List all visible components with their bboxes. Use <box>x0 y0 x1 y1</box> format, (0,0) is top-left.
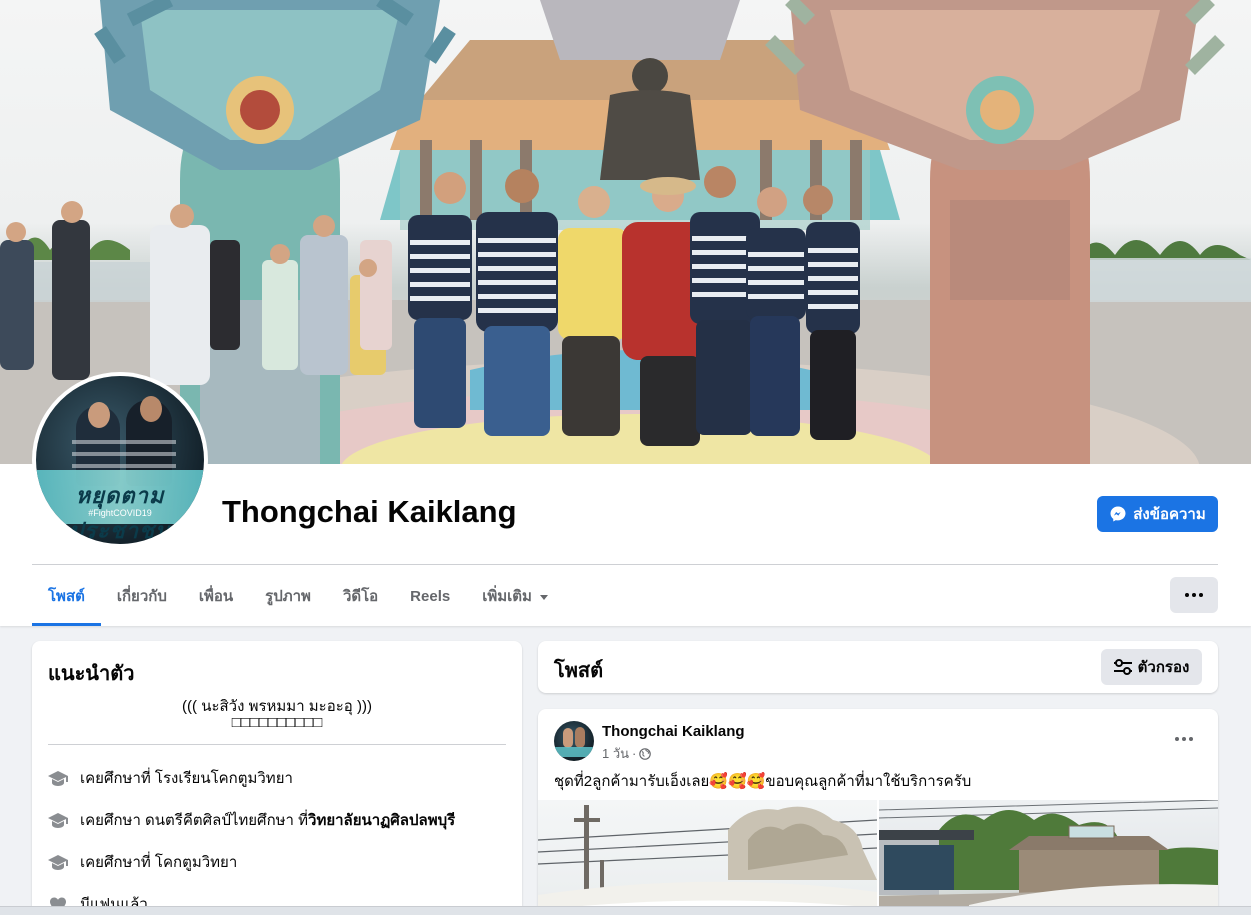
post-photo[interactable] <box>879 800 1218 915</box>
intro-item-education: เคยศึกษาที่ โคกตูมวิทยา <box>48 850 237 874</box>
profile-tabs: โพสต์ เกี่ยวกับ เพื่อน รูปภาพ วิดีโอ Ree… <box>32 566 564 626</box>
header-divider <box>32 564 1218 565</box>
cover-photo-scene <box>0 0 1251 464</box>
tab-posts[interactable]: โพสต์ <box>32 566 101 626</box>
tab-label: โพสต์ <box>48 588 85 605</box>
profile-name: Thongchai Kaiklang <box>222 494 517 529</box>
messenger-icon <box>1110 506 1126 522</box>
profile-picture[interactable]: หยุดตามประชาชน #FightCOVID19 <box>32 372 208 548</box>
profile-header: หยุดตามประชาชน #FightCOVID19 Thongchai K… <box>0 0 1251 626</box>
intro-item-text: เคยศึกษาที่ โคกตูมวิทยา <box>80 854 238 871</box>
tab-about[interactable]: เกี่ยวกับ <box>101 566 183 626</box>
post-options-button[interactable] <box>1166 725 1202 753</box>
filter-button[interactable]: ตัวกรอง <box>1101 649 1202 685</box>
post-author-avatar[interactable] <box>554 721 594 761</box>
post-photo[interactable] <box>538 800 877 915</box>
intro-item-education: เคยศึกษา ดนตรีคีตศิลป์ไทยศึกษา ที่ วิทยา… <box>48 808 455 832</box>
tab-label: เกี่ยวกับ <box>116 588 167 605</box>
more-dots-icon <box>1185 593 1189 597</box>
send-message-button[interactable]: ส่งข้อความ <box>1097 496 1218 532</box>
tab-friends[interactable]: เพื่อน <box>183 566 249 626</box>
intro-item-education: เคยศึกษาที่ โรงเรียนโคกตูมวิทยา <box>48 766 293 790</box>
bottom-strip <box>0 906 1251 915</box>
intro-item-text: เคยศึกษาที่ โรงเรียนโคกตูมวิทยา <box>80 770 293 787</box>
filter-label: ตัวกรอง <box>1137 659 1190 676</box>
intro-card: แนะนำตัว ((( นะสิวัง พรหมมา มะอะอุ ))) □… <box>32 641 522 915</box>
profile-more-button[interactable] <box>1170 577 1218 613</box>
posts-title: โพสต์ <box>554 660 604 682</box>
meta-separator: · <box>632 746 637 761</box>
tab-label: วิดีโอ <box>342 588 379 605</box>
tab-photos[interactable]: รูปภาพ <box>249 566 327 626</box>
graduation-cap-icon <box>48 810 68 830</box>
post-card: Thongchai Kaiklang 1 วัน · ชุดที่2ลูกค้า… <box>538 709 1218 915</box>
bio-line-2: □□□□□□□□□□ <box>231 714 323 731</box>
intro-item-text: เคยศึกษา ดนตรีคีตศิลป์ไทยศึกษา ที่ <box>80 812 309 829</box>
cover-photo[interactable] <box>0 0 1251 464</box>
sliders-icon <box>1113 659 1132 675</box>
graduation-cap-icon <box>48 768 68 788</box>
post-author-name[interactable]: Thongchai Kaiklang <box>602 723 745 740</box>
post-photo-scene <box>879 800 1218 915</box>
send-message-label: ส่งข้อความ <box>1133 506 1206 523</box>
tab-videos[interactable]: วิดีโอ <box>327 566 394 626</box>
post-meta: 1 วัน · <box>602 743 652 764</box>
globe-icon <box>639 747 652 760</box>
post-photo-scene <box>538 805 877 915</box>
tab-label: รูปภาพ <box>265 588 311 605</box>
caret-down-icon <box>539 594 548 600</box>
tab-reels[interactable]: Reels <box>394 566 466 626</box>
intro-divider <box>48 744 506 745</box>
post-text: ชุดที่2ลูกค้ามารับเอ็งเลย🥰🥰🥰ขอบคุณลูกค้า… <box>554 773 972 790</box>
post-timestamp[interactable]: 1 วัน <box>602 743 629 764</box>
tab-label: Reels <box>410 587 451 605</box>
tab-more[interactable]: เพิ่มเติม <box>466 566 564 626</box>
tab-label: เพื่อน <box>198 588 234 605</box>
avatar: หยุดตามประชาชน #FightCOVID19 <box>36 376 204 544</box>
posts-header-card: โพสต์ ตัวกรอง <box>538 641 1218 693</box>
avatar-subtext: #FightCOVID19 <box>88 508 152 518</box>
intro-item-school-link[interactable]: วิทยาลัยนาฏศิลปลพบุรี <box>308 808 455 832</box>
graduation-cap-icon <box>48 852 68 872</box>
more-dots-icon <box>1175 737 1179 741</box>
tab-label: เพิ่มเติม <box>482 588 532 605</box>
intro-title: แนะนำตัว <box>48 663 135 685</box>
